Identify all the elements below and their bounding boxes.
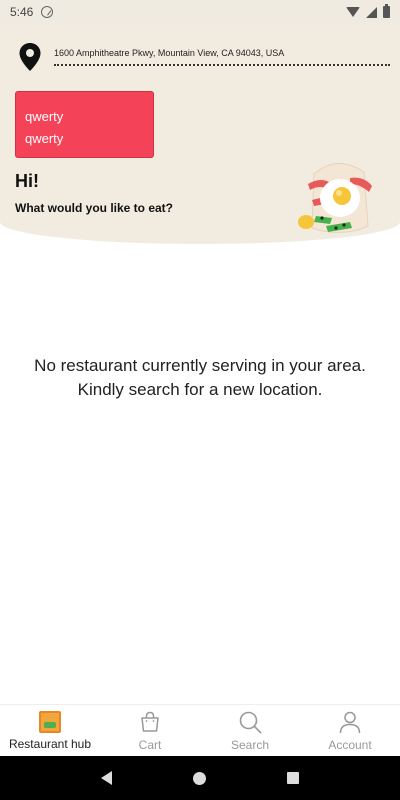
cart-icon xyxy=(141,711,159,732)
status-bar: 5:46 xyxy=(0,0,400,24)
greeting-title: Hi! xyxy=(15,171,39,191)
promo-subtitle: qwerty xyxy=(25,131,64,146)
system-navigation-bar xyxy=(0,756,400,800)
wifi-icon xyxy=(346,7,360,17)
home-icon[interactable] xyxy=(192,771,206,785)
greeting-subtitle: What would you like to eat? xyxy=(15,201,174,215)
nav-account[interactable]: Account xyxy=(300,705,400,756)
no-restaurant-message: No restaurant currently serving in your … xyxy=(0,354,400,402)
account-icon xyxy=(339,711,361,733)
bottom-navigation: Restaurant hub Cart Search Account xyxy=(0,704,400,756)
delivery-address[interactable]: 1600 Amphitheatre Pkwy, Mountain View, C… xyxy=(54,48,390,66)
breakfast-illustration xyxy=(298,163,372,233)
nav-label: Account xyxy=(328,737,372,752)
home-header: 1600 Amphitheatre Pkwy, Mountain View, C… xyxy=(0,24,400,244)
recent-apps-icon[interactable] xyxy=(287,772,300,784)
back-icon[interactable] xyxy=(100,771,112,785)
location-selector[interactable]: 1600 Amphitheatre Pkwy, Mountain View, C… xyxy=(18,42,390,72)
battery-icon xyxy=(383,4,390,18)
nav-label: Search xyxy=(230,737,270,752)
signal-icon xyxy=(366,6,377,18)
promo-banner[interactable]: qwerty qwerty xyxy=(15,91,154,158)
status-time: 5:46 xyxy=(10,5,34,19)
empty-message-line1: No restaurant currently serving in your … xyxy=(34,356,366,375)
location-pin-icon xyxy=(19,43,41,71)
nav-search[interactable]: Search xyxy=(200,705,300,756)
search-icon xyxy=(239,711,262,733)
nav-cart[interactable]: Cart xyxy=(100,705,200,756)
nav-label: Restaurant hub xyxy=(8,736,92,751)
empty-message-line2: Kindly search for a new location. xyxy=(77,380,323,399)
nav-label: Cart xyxy=(138,737,162,752)
nav-restaurant-hub[interactable]: Restaurant hub xyxy=(0,705,100,756)
promo-title: qwerty xyxy=(25,109,64,124)
status-icons xyxy=(346,4,390,18)
data-saver-icon xyxy=(41,6,54,18)
restaurant-hub-icon xyxy=(39,710,61,733)
